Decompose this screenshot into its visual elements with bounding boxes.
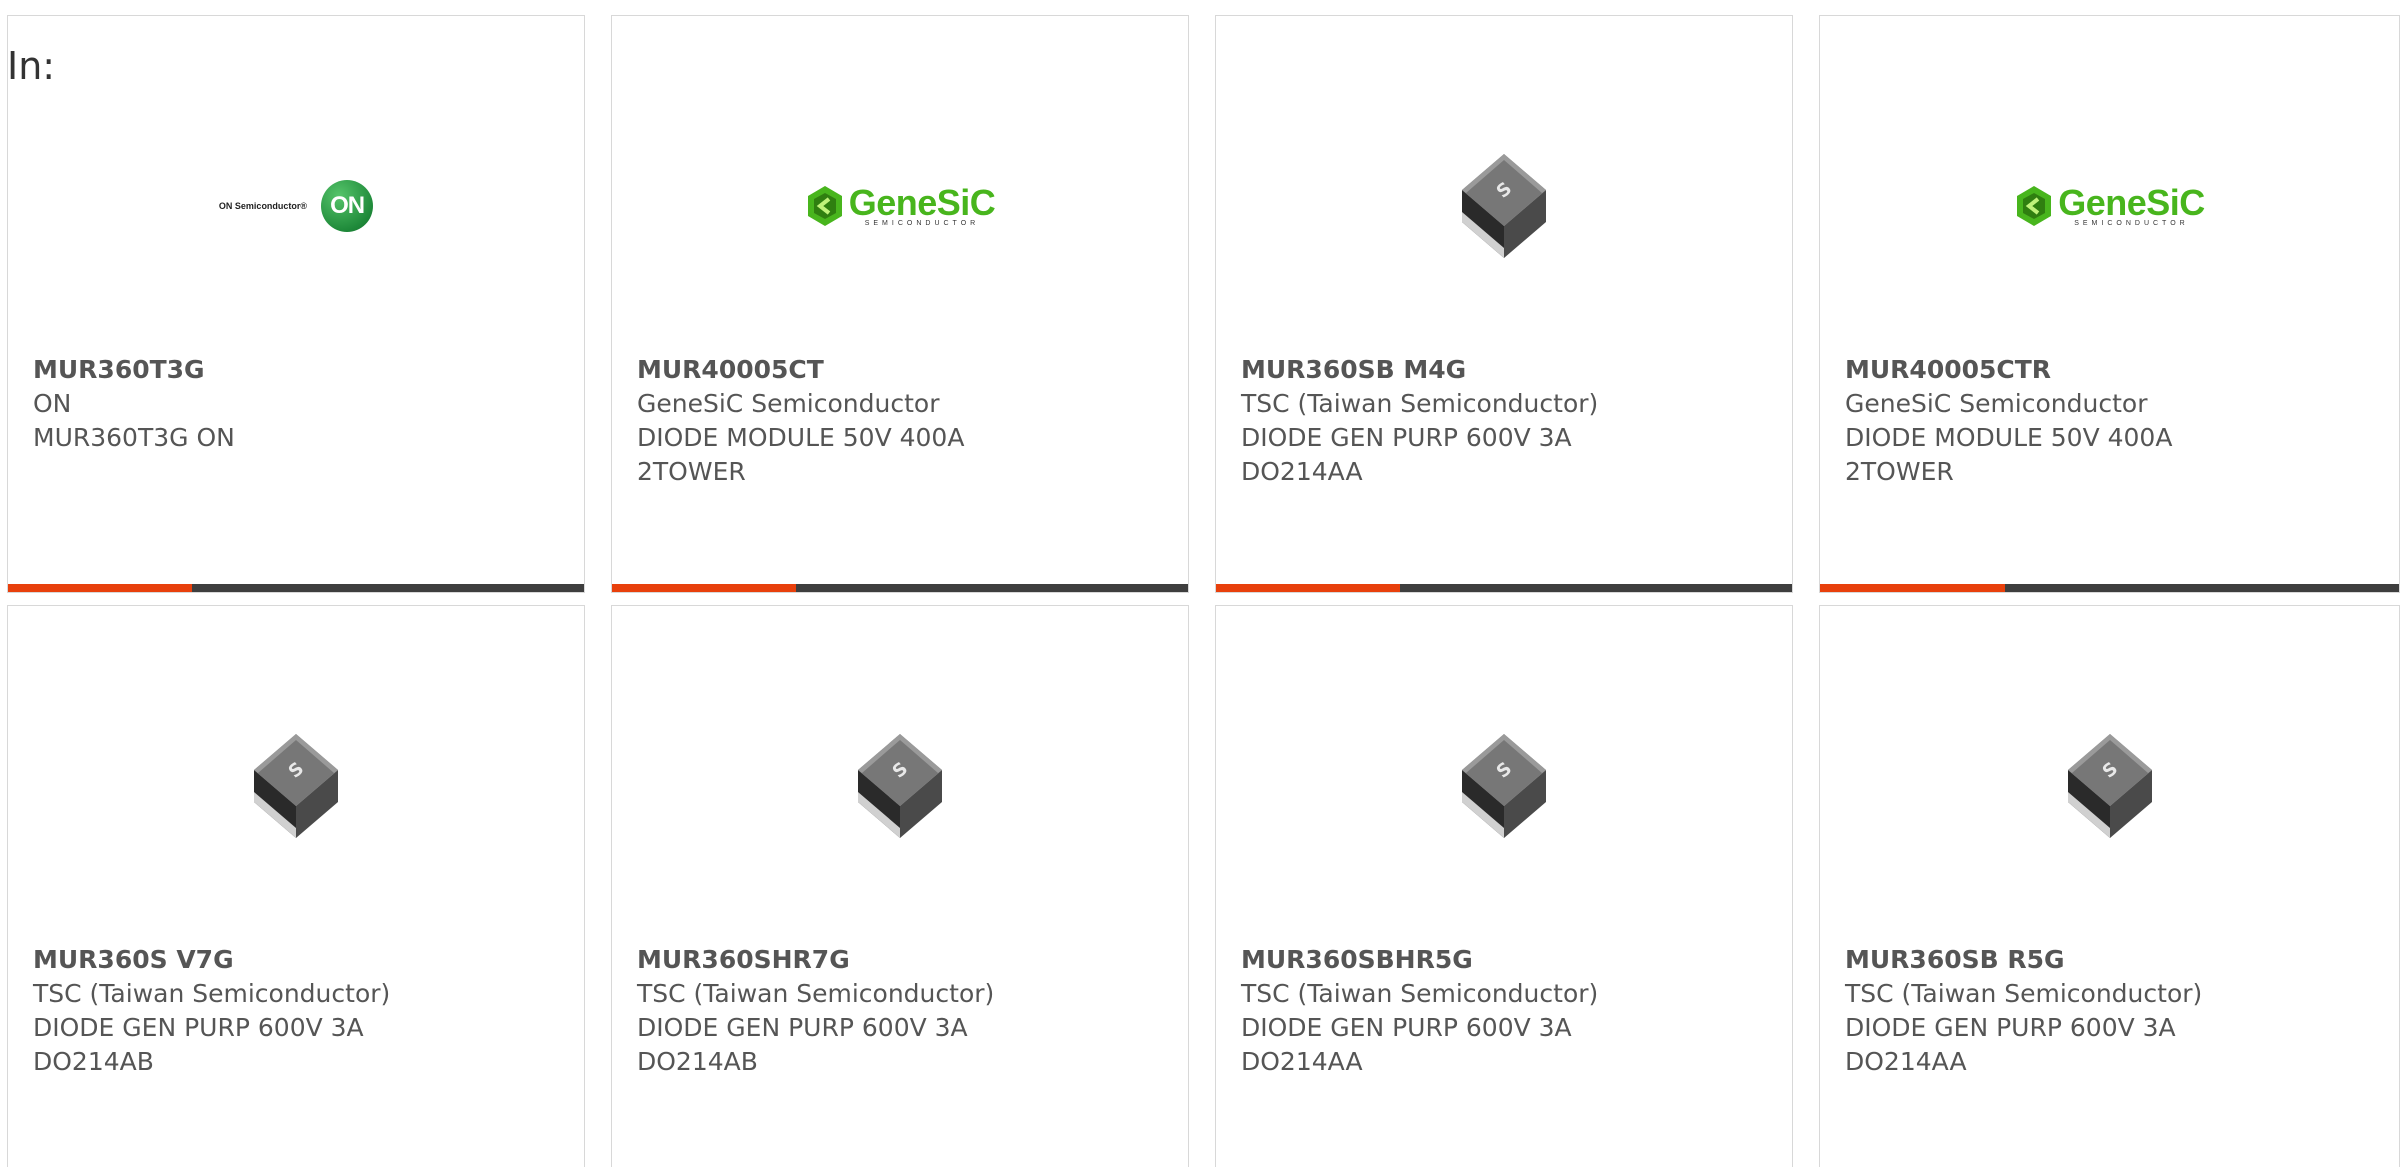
part-number-link[interactable]: MUR360T3G	[33, 353, 564, 387]
logo-text: ON Semiconductor®	[218, 201, 308, 211]
package: DO214AB	[33, 1047, 154, 1076]
logo-subtext: SEMICONDUCTOR	[2074, 219, 2189, 227]
part-number-link[interactable]: MUR40005CT	[637, 353, 1168, 387]
product-card[interactable]: S MUR360SBHR5G TSC (Taiwan Semiconductor…	[1215, 605, 1793, 1167]
product-card[interactable]: S MUR360SB R5G TSC (Taiwan Semiconductor…	[1819, 605, 2400, 1167]
manufacturer: ON	[33, 389, 72, 418]
smd-diode-chip-icon: S	[1462, 154, 1546, 258]
in-label: In:	[7, 44, 56, 88]
product-image[interactable]: S	[1216, 716, 1792, 856]
manufacturer: GeneSiC Semiconductor	[1845, 389, 2148, 418]
card-progress-bar	[1216, 584, 1792, 592]
package: DO214AA	[1241, 1047, 1363, 1076]
description: DIODE GEN PURP 600V 3A	[1241, 423, 1572, 452]
product-card[interactable]: S MUR360SHR7G TSC (Taiwan Semiconductor)…	[611, 605, 1189, 1167]
product-card[interactable]: S MUR360S V7G TSC (Taiwan Semiconductor)…	[7, 605, 585, 1167]
description: DIODE GEN PURP 600V 3A	[1241, 1013, 1572, 1042]
genesic-hex-icon	[807, 186, 842, 226]
part-number-link[interactable]: MUR360SHR7G	[637, 943, 1168, 977]
manufacturer: TSC (Taiwan Semiconductor)	[33, 979, 391, 1008]
product-card[interactable]: GeneSiC SEMICONDUCTOR MUR40005CTR GeneSi…	[1819, 15, 2400, 593]
product-card[interactable]: GeneSiC SEMICONDUCTOR MUR40005CT GeneSiC…	[611, 15, 1189, 593]
package: DO214AB	[637, 1047, 758, 1076]
description: DIODE GEN PURP 600V 3A	[637, 1013, 968, 1042]
card-progress-bar	[612, 584, 1188, 592]
card-progress-fill	[8, 584, 193, 592]
package: DO214AA	[1241, 457, 1363, 486]
smd-diode-chip-icon: S	[2067, 734, 2152, 838]
card-progress-bar	[8, 584, 584, 592]
part-number-link[interactable]: MUR360SBHR5G	[1241, 943, 1772, 977]
product-image[interactable]: S	[8, 716, 584, 856]
part-number-link[interactable]: MUR40005CTR	[1845, 353, 2379, 387]
manufacturer: TSC (Taiwan Semiconductor)	[1241, 979, 1599, 1008]
product-image[interactable]: GeneSiC SEMICONDUCTOR	[612, 136, 1188, 276]
card-progress-bar	[1820, 584, 2399, 592]
package: 2TOWER	[637, 457, 746, 486]
manufacturer: TSC (Taiwan Semiconductor)	[1241, 389, 1599, 418]
on-logo-mark: ON	[321, 180, 374, 232]
card-progress-fill	[612, 584, 797, 592]
logo-text: GeneSiC	[848, 181, 996, 223]
on-semiconductor-logo: ON Semiconductor® ON	[218, 180, 374, 232]
genesic-hex-icon	[2017, 186, 2052, 226]
genesic-logo: GeneSiC SEMICONDUCTOR	[805, 184, 996, 228]
package: DO214AA	[1845, 1047, 1967, 1076]
card-progress-fill	[1216, 584, 1401, 592]
logo-text: GeneSiC	[2058, 181, 2205, 223]
product-card[interactable]: S MUR360SB M4G TSC (Taiwan Semiconductor…	[1215, 15, 1793, 593]
product-card[interactable]: ON Semiconductor® ON MUR360T3G ON MUR360…	[7, 15, 585, 593]
description: DIODE MODULE 50V 400A	[1845, 423, 2173, 452]
card-progress-fill	[1820, 584, 2006, 592]
product-image[interactable]: S	[1820, 716, 2399, 856]
part-number-link[interactable]: MUR360SB M4G	[1241, 353, 1772, 387]
smd-diode-chip-icon: S	[858, 734, 942, 838]
description: DIODE GEN PURP 600V 3A	[1845, 1013, 2176, 1042]
logo-subtext: SEMICONDUCTOR	[864, 219, 980, 227]
part-number-link[interactable]: MUR360S V7G	[33, 943, 564, 977]
product-image[interactable]: ON Semiconductor® ON	[8, 136, 584, 276]
package: 2TOWER	[1845, 457, 1954, 486]
manufacturer: GeneSiC Semiconductor	[637, 389, 940, 418]
part-number-link[interactable]: MUR360SB R5G	[1845, 943, 2379, 977]
description: DIODE GEN PURP 600V 3A	[33, 1013, 364, 1042]
smd-diode-chip-icon: S	[1462, 734, 1546, 838]
product-image[interactable]: GeneSiC SEMICONDUCTOR	[1820, 136, 2399, 276]
product-image[interactable]: S	[1216, 136, 1792, 276]
product-grid: ON Semiconductor® ON MUR360T3G ON MUR360…	[0, 0, 2400, 1167]
description: DIODE MODULE 50V 400A	[637, 423, 965, 452]
manufacturer: TSC (Taiwan Semiconductor)	[637, 979, 995, 1008]
genesic-logo: GeneSiC SEMICONDUCTOR	[2014, 184, 2205, 228]
smd-diode-chip-icon: S	[254, 734, 338, 838]
description: MUR360T3G ON	[33, 423, 235, 452]
manufacturer: TSC (Taiwan Semiconductor)	[1845, 979, 2203, 1008]
product-image[interactable]: S	[612, 716, 1188, 856]
